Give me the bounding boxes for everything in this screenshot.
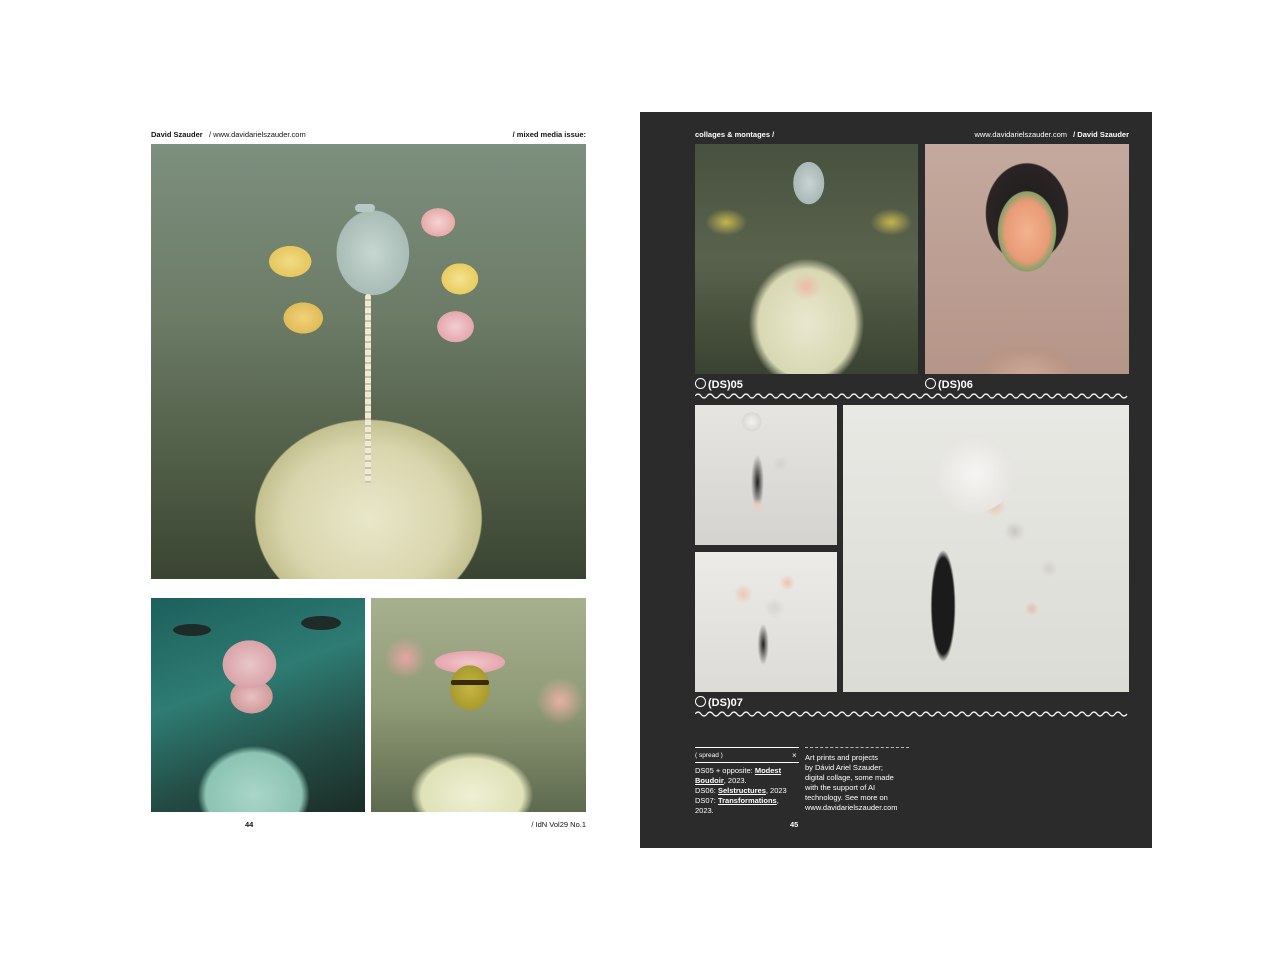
wavy-divider	[695, 393, 1128, 399]
right-header-author: / David Szauder	[1073, 130, 1129, 139]
spread-credit-line-1: DS05 + opposite: Modest	[695, 766, 782, 775]
mask-mouth-shape	[451, 680, 489, 685]
right-header-section: collages & montages /	[695, 130, 775, 139]
right-header-url: www.davidarielszauder.com	[974, 130, 1067, 139]
left-page-number: 44	[245, 820, 254, 829]
description-line: with the support of AI	[805, 783, 876, 792]
description-line: technology. See more on	[805, 793, 888, 802]
spread-credit-line-5: 2023.	[695, 806, 714, 815]
circle-icon	[925, 378, 936, 389]
collage-image-yellow-mask	[371, 598, 586, 812]
right-page-number: 45	[790, 820, 799, 829]
left-header-url: / www.davidarielszauder.com	[209, 130, 306, 139]
description-line: Art prints and projects	[805, 753, 878, 762]
description-rule	[805, 747, 909, 748]
main-portrait-image	[151, 144, 586, 579]
wavy-divider	[695, 711, 1128, 717]
pearl-necklace-shape	[365, 294, 371, 484]
description-line: www.davidarielszauder.com	[805, 803, 898, 812]
spread-rule-top	[695, 747, 799, 748]
left-header-issue: / mixed media issue:	[512, 130, 586, 139]
collage-image-pink-mask	[151, 598, 365, 812]
ds07-label: (DS)07	[695, 696, 743, 709]
ds07-image-large	[843, 405, 1129, 692]
description-line: digital collage, some made	[805, 773, 894, 782]
left-header-author: David Szauder	[151, 130, 203, 139]
spread-credit-line-3: DS06: Selstructures, 2023	[695, 786, 787, 795]
ds07-image-small-bottom	[695, 552, 837, 692]
ds05-label: (DS)05	[695, 378, 743, 391]
bird-shape	[173, 624, 211, 636]
bird-shape	[301, 616, 341, 630]
ds06-image	[925, 144, 1129, 374]
left-footer-magazine: / IdN Vol29 No.1	[531, 820, 586, 829]
helmet-knob-shape	[355, 204, 375, 212]
ds07-image-small-top	[695, 405, 837, 545]
circle-icon	[695, 696, 706, 707]
ds05-image	[695, 144, 918, 374]
close-icon: ×	[792, 751, 797, 760]
circle-icon	[695, 378, 706, 389]
ds06-label: (DS)06	[925, 378, 973, 391]
spread-credit-line-4: DS07: Transformations,	[695, 796, 779, 805]
description-line: by Dávid Ariel Szauder;	[805, 763, 883, 772]
spread-rule-mid	[695, 762, 799, 763]
spread-credit-line-2: Boudoir, 2023.	[695, 776, 747, 785]
spread-tag: ( spread )	[695, 752, 723, 759]
